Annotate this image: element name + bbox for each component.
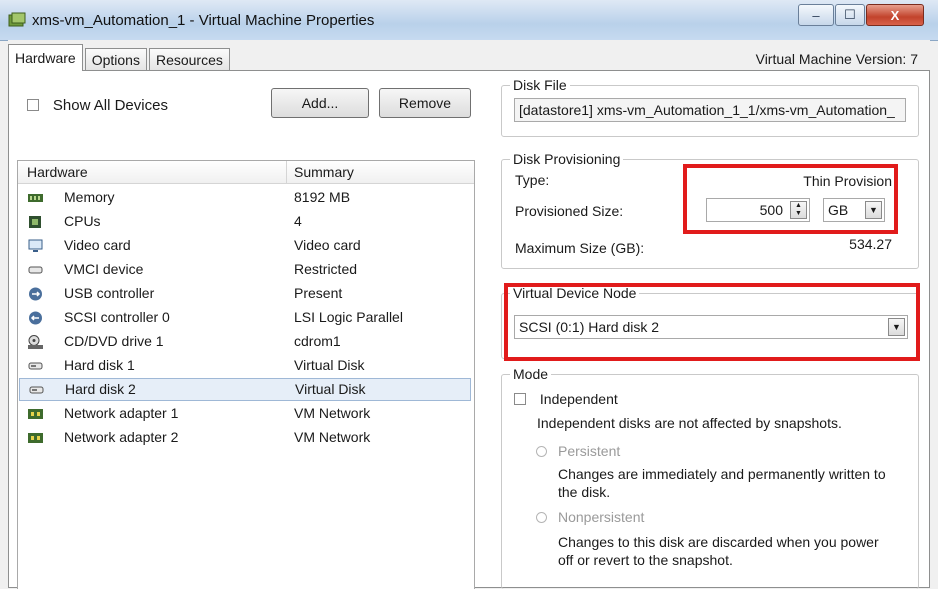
hardware-panel: Show All Devices Add... Remove Hardware … [8, 70, 930, 589]
device-summary: Present [294, 285, 343, 301]
show-all-devices[interactable]: Show All Devices [27, 96, 168, 114]
device-label: Network adapter 2 [64, 429, 179, 445]
hardware-row-network-adapter-2[interactable]: Network adapter 2 VM Network [18, 426, 474, 449]
device-label: CPUs [64, 213, 101, 229]
persistent-description-2: the disk. [558, 484, 611, 500]
max-size-label: Maximum Size (GB): [515, 240, 645, 256]
add-button[interactable]: Add... [271, 88, 369, 118]
hardware-row-network-adapter-1[interactable]: Network adapter 1 VM Network [18, 402, 474, 425]
independent-option[interactable]: Independent [514, 390, 618, 407]
column-summary[interactable]: Summary [294, 164, 354, 180]
device-label: CD/DVD drive 1 [64, 333, 164, 349]
device-label: VMCI device [64, 261, 144, 277]
device-summary: Video card [294, 237, 361, 253]
monitor-icon [28, 239, 43, 252]
scsi-icon [29, 311, 42, 325]
usb-icon [29, 287, 42, 301]
hardware-row-cpus[interactable]: CPUs 4 [18, 210, 474, 233]
hardware-list: Hardware Summary Memory 8192 MB CPUs 4 V… [17, 160, 475, 589]
device-summary: LSI Logic Parallel [294, 309, 403, 325]
nonpersistent-description-2: off or revert to the snapshot. [558, 552, 733, 568]
tab-resources[interactable]: Resources [148, 48, 230, 71]
tab-hardware[interactable]: Hardware [8, 44, 83, 71]
disk-provisioning-legend: Disk Provisioning [510, 151, 624, 167]
column-hardware[interactable]: Hardware [27, 164, 88, 180]
device-icon [28, 266, 43, 274]
max-size-value: 534.27 [849, 236, 892, 252]
hardware-row-memory[interactable]: Memory 8192 MB [18, 186, 474, 209]
independent-description: Independent disks are not affected by sn… [537, 415, 842, 431]
column-separator [286, 161, 287, 183]
list-header: Hardware Summary [18, 161, 474, 184]
disk-file-field[interactable]: [datastore1] xms-vm_Automation_1_1/xms-v… [514, 98, 906, 122]
hardware-row-hard-disk-2[interactable]: Hard disk 2 Virtual Disk [19, 378, 471, 401]
vm-app-icon [8, 12, 26, 27]
minimize-button[interactable]: – [798, 4, 834, 26]
device-label: USB controller [64, 285, 155, 301]
nonpersistent-description: Changes to this disk are discarded when … [558, 534, 879, 550]
disk-file-legend: Disk File [510, 77, 570, 93]
cpu-icon [29, 216, 41, 228]
hardware-row-hard-disk-1[interactable]: Hard disk 1 Virtual Disk [18, 354, 474, 377]
device-summary: Restricted [294, 261, 358, 277]
device-summary: VM Network [294, 429, 371, 445]
hardware-row-cd-dvd[interactable]: CD/DVD drive 1 cdrom1 [18, 330, 474, 353]
hardware-row-video-card[interactable]: Video card Video card [18, 234, 474, 257]
device-summary: Virtual Disk [295, 381, 366, 397]
device-summary: 4 [294, 213, 302, 229]
maximize-button[interactable]: ☐ [835, 4, 865, 26]
disk-file-group: Disk File [datastore1] xms-vm_Automation… [501, 77, 919, 137]
memory-icon [28, 194, 43, 202]
tab-strip: Hardware Options Resources [8, 44, 232, 71]
independent-checkbox[interactable] [514, 393, 526, 406]
highlight-box [683, 164, 898, 234]
network-icon [28, 433, 43, 443]
hardware-row-scsi-controller[interactable]: SCSI controller 0 LSI Logic Parallel [18, 306, 474, 329]
persistent-description: Changes are immediately and permanently … [558, 466, 886, 482]
device-summary: cdrom1 [294, 333, 341, 349]
nonpersistent-radio[interactable] [536, 512, 547, 523]
show-all-devices-checkbox[interactable] [27, 99, 39, 112]
hardware-row-vmci-device[interactable]: VMCI device Restricted [18, 258, 474, 281]
network-icon [28, 409, 43, 419]
title-bar[interactable]: xms-vm_Automation_1 - Virtual Machine Pr… [0, 0, 938, 41]
device-summary: Virtual Disk [294, 357, 365, 373]
vm-version-label: Virtual Machine Version: 7 [755, 51, 918, 67]
dialog-frame: Hardware Options Resources Virtual Machi… [8, 40, 930, 589]
device-label: Memory [64, 189, 115, 205]
device-label: Video card [64, 237, 131, 253]
hardware-row-usb-controller[interactable]: USB controller Present [18, 282, 474, 305]
tab-options[interactable]: Options [84, 48, 147, 71]
device-label: SCSI controller 0 [64, 309, 170, 325]
independent-label: Independent [539, 391, 618, 408]
device-summary: 8192 MB [294, 189, 351, 205]
window-title: xms-vm_Automation_1 - Virtual Machine Pr… [32, 12, 375, 29]
provisioned-size-label: Provisioned Size: [515, 203, 624, 219]
cdrom-icon [28, 335, 43, 349]
persistent-radio[interactable] [536, 446, 547, 457]
mode-legend: Mode [510, 366, 552, 382]
type-label: Type: [515, 172, 550, 188]
disk-icon [28, 362, 43, 370]
nonpersistent-label[interactable]: Nonpersistent [558, 509, 644, 525]
persistent-label[interactable]: Persistent [558, 443, 620, 459]
device-label: Network adapter 1 [64, 405, 179, 421]
disk-icon [29, 386, 44, 394]
highlight-box [504, 283, 920, 361]
device-label: Hard disk 2 [65, 381, 136, 397]
device-label: Hard disk 1 [64, 357, 135, 373]
close-button[interactable]: X [866, 4, 924, 26]
device-summary: VM Network [294, 405, 371, 421]
show-all-devices-label: Show All Devices [52, 96, 168, 114]
remove-button[interactable]: Remove [379, 88, 471, 118]
mode-group: Mode Independent Independent disks are n… [501, 366, 919, 589]
